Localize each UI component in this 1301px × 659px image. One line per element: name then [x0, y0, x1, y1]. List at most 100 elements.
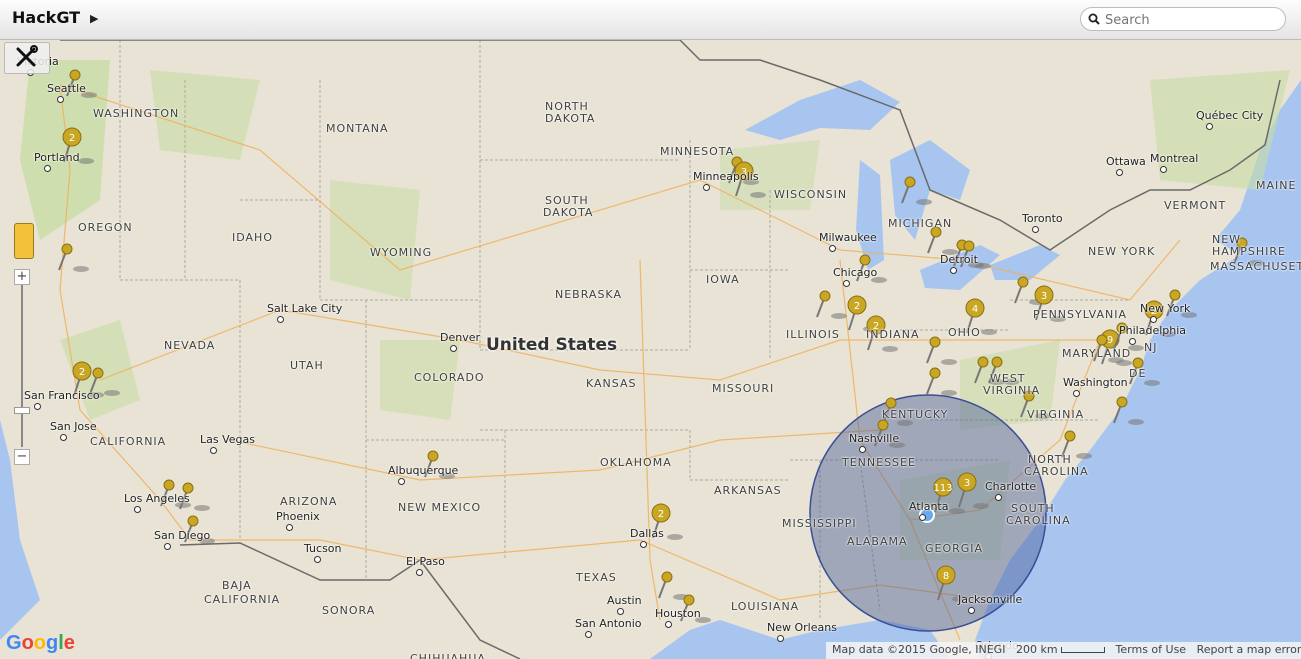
state-label: WISCONSIN: [774, 188, 848, 201]
state-label: ARKANSAS: [714, 484, 782, 497]
state-label: OKLAHOMA: [600, 456, 672, 469]
state-label: IOWA: [706, 273, 740, 286]
search-box[interactable]: [1080, 7, 1286, 31]
city-label: Salt Lake City: [267, 302, 343, 315]
zoom-in-button[interactable]: +: [14, 269, 30, 285]
scale-text: 200 km: [1015, 643, 1058, 656]
tools-button[interactable]: [4, 42, 50, 74]
state-label: ARIZONA: [280, 495, 338, 508]
city-dot: [843, 280, 850, 287]
city-dot: [777, 635, 784, 642]
expand-arrow-icon[interactable]: ▶: [90, 12, 98, 25]
state-label: NEW YORK: [1088, 245, 1156, 258]
city-dot: [286, 524, 293, 531]
city-dot: [829, 245, 836, 252]
city-label: Seattle: [47, 82, 86, 95]
city-dot: [314, 556, 321, 563]
state-label: BAJA: [222, 579, 252, 592]
state-label: KENTUCKY: [882, 408, 949, 421]
city-dot: [859, 446, 866, 453]
city-label: Los Angeles: [124, 492, 190, 505]
city-dot: [60, 434, 67, 441]
map-data-text: Map data ©2015 Google, INEGI: [832, 643, 1006, 656]
city-dot: [968, 607, 975, 614]
street-view-pegman-icon[interactable]: [14, 223, 34, 259]
state-label: CALIFORNIA: [90, 435, 167, 448]
city-label: Phoenix: [276, 510, 320, 523]
city-label: Philadelphia: [1119, 324, 1187, 337]
city-label: Austin: [607, 594, 642, 607]
city-dot: [703, 184, 710, 191]
state-label: NJ: [1144, 341, 1158, 354]
app-title: HackGT: [12, 8, 81, 27]
city-dot: [1073, 390, 1080, 397]
zoom-out-button[interactable]: −: [14, 449, 30, 465]
state-label: NEBRASKA: [555, 288, 622, 301]
state-label: ALABAMA: [847, 535, 908, 548]
city-label: Toronto: [1022, 212, 1063, 225]
city-dot: [640, 541, 647, 548]
city-dot: [134, 506, 141, 513]
state-label: IDAHO: [232, 231, 273, 244]
state-label: NEW MEXICO: [398, 501, 482, 514]
city-label: San Francisco: [24, 389, 100, 402]
pin-count-label: 9: [1107, 335, 1113, 346]
state-label: MASSACHUSETTS: [1210, 260, 1301, 273]
city-label: New York: [1140, 302, 1191, 315]
city-label: Tucson: [304, 542, 342, 555]
pin-count-label: 3: [1041, 291, 1047, 302]
pin-count-label: 113: [933, 483, 952, 494]
terms-link[interactable]: Terms of Use: [1116, 643, 1187, 656]
state-label: NEVADA: [164, 339, 216, 352]
map-pin[interactable]: [1113, 396, 1144, 425]
state-label: SONORA: [322, 604, 376, 617]
state-label: VERMONT: [1164, 199, 1227, 212]
city-label: Milwaukee: [819, 231, 877, 244]
state-label: WYOMING: [370, 246, 433, 259]
zoom-slider-thumb[interactable]: [14, 407, 30, 414]
city-label: Dallas: [630, 527, 664, 540]
search-icon: [1088, 13, 1100, 25]
city-dot: [1116, 169, 1123, 176]
state-label: INDIANA: [866, 328, 920, 341]
city-label: Ottawa: [1106, 155, 1146, 168]
city-label: Nashville: [849, 432, 900, 445]
state-label: KANSAS: [586, 377, 637, 390]
state-label: OHIO: [948, 326, 981, 339]
state-label: VIRGINIA: [983, 384, 1041, 397]
city-dot: [1206, 123, 1213, 130]
state-label: MONTANA: [326, 122, 389, 135]
state-label: CALIFORNIA: [204, 593, 281, 606]
city-dot: [57, 96, 64, 103]
google-logo[interactable]: Google: [6, 632, 75, 655]
city-label: Detroit: [940, 253, 978, 266]
city-label: New Orleans: [767, 621, 837, 634]
pin-count-label: 8: [943, 571, 949, 582]
state-label: GEORGIA: [925, 542, 984, 555]
state-label: DE: [1129, 367, 1147, 380]
city-label: Houston: [655, 607, 701, 620]
report-error-link[interactable]: Report a map error: [1197, 643, 1301, 656]
zoom-slider-track[interactable]: [21, 285, 23, 447]
top-bar: HackGT ▶: [0, 0, 1301, 40]
pin-count-label: 2: [854, 301, 860, 312]
city-label: San Diego: [154, 529, 211, 542]
state-label: DAKOTA: [545, 112, 596, 125]
city-label: Charlotte: [985, 480, 1037, 493]
state-label: COLORADO: [414, 371, 485, 384]
state-label: CAROLINA: [1024, 465, 1089, 478]
pin-count-label: 4: [972, 304, 978, 315]
city-label: Atlanta: [909, 500, 949, 513]
state-label: CHIHUAHUA: [410, 652, 486, 659]
map-canvas[interactable]: 2 2 2 3 2 2 4 3 2 9 3 113 8 WASHINGTON OREGON IDAHO MON…: [0, 40, 1301, 659]
state-label: UTAH: [290, 359, 324, 372]
city-dot: [398, 478, 405, 485]
city-dot: [919, 514, 926, 521]
search-input[interactable]: [1103, 10, 1277, 30]
city-label: Portland: [34, 151, 80, 164]
scale-bar: [1061, 647, 1106, 653]
pin-count-label: 2: [69, 133, 75, 144]
city-dot: [450, 345, 457, 352]
state-label: MAINE: [1256, 179, 1297, 192]
state-label: HAMPSHIRE: [1212, 245, 1287, 258]
